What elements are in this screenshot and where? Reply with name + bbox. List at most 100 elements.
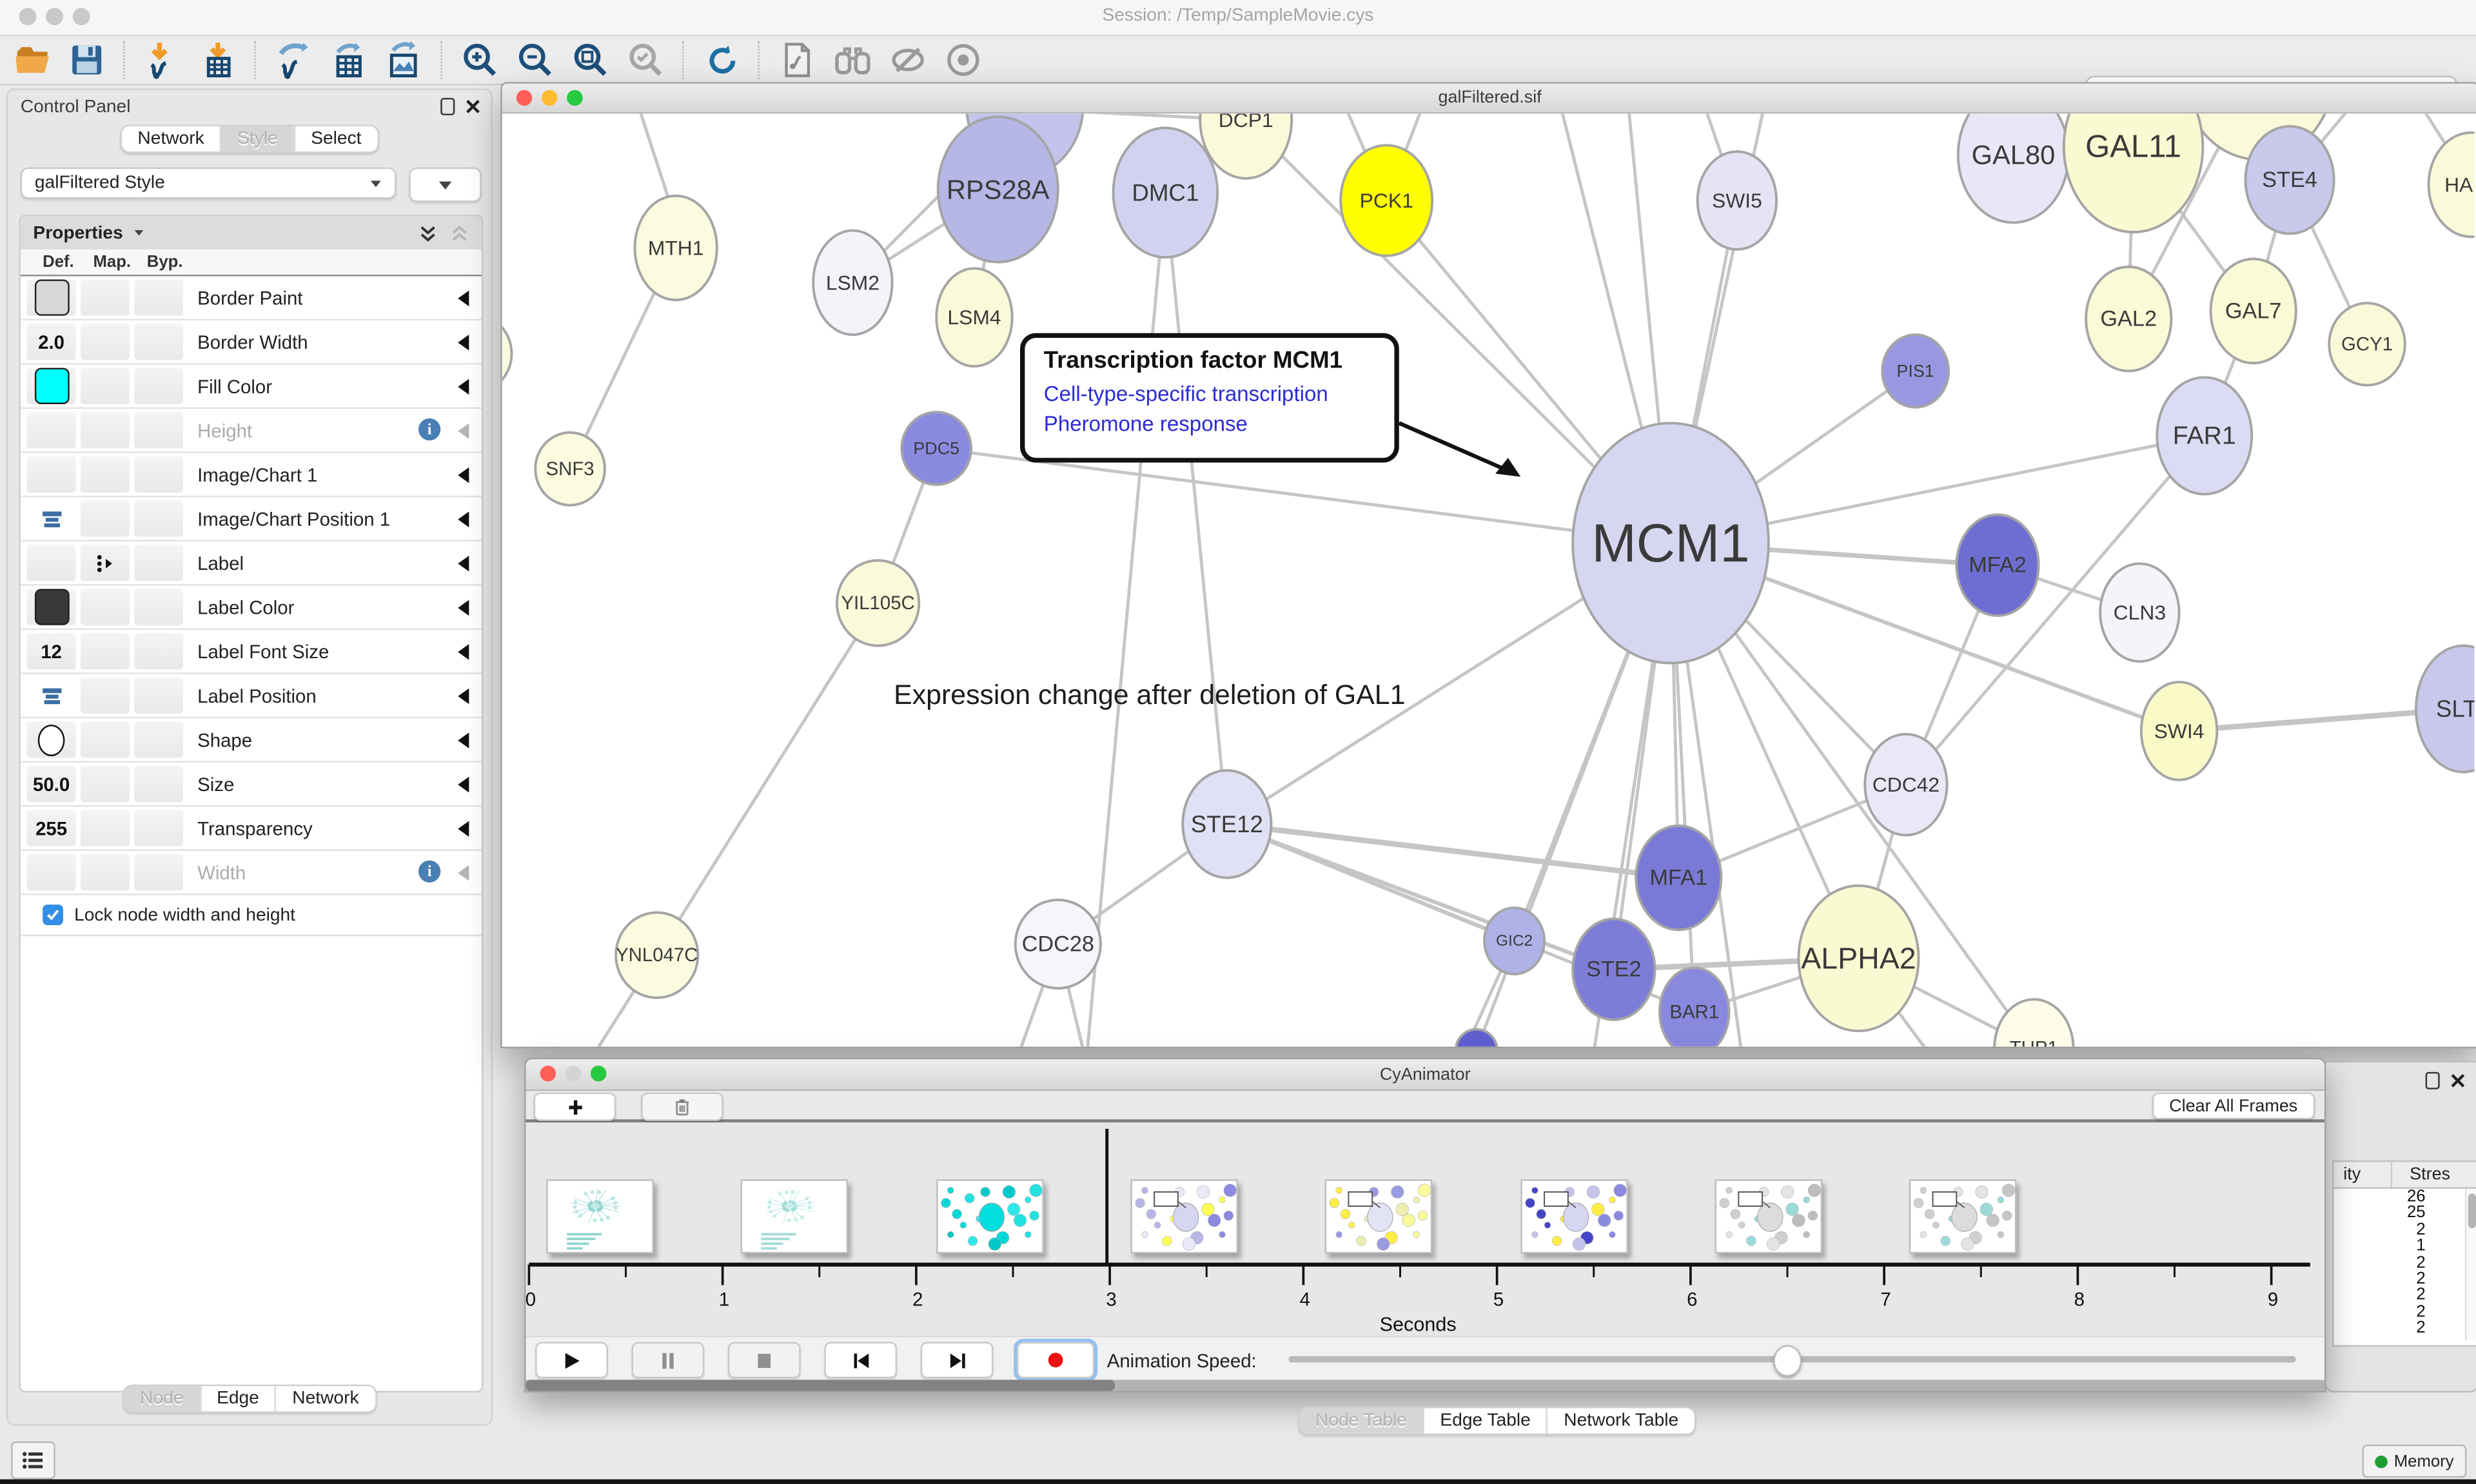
mapping-cell[interactable] [81, 589, 130, 625]
tab-node[interactable]: Node [124, 1386, 199, 1411]
network-node-PIS1[interactable]: PIS1 [1882, 335, 1949, 407]
mapping-cell[interactable] [81, 721, 130, 757]
tab-edge[interactable]: Edge [199, 1386, 275, 1411]
expand-property-icon[interactable] [458, 688, 469, 704]
export-image-button[interactable] [386, 41, 424, 79]
import-table-button[interactable] [199, 41, 237, 79]
annotation-link[interactable]: Pheromone response [1044, 409, 1375, 439]
expand-property-icon[interactable] [458, 291, 469, 306]
network-node-unlabeled[interactable] [1456, 1030, 1497, 1047]
expand-property-icon[interactable] [458, 732, 469, 748]
network-node-CDC42[interactable]: CDC42 [1865, 734, 1947, 835]
network-node-MTH1[interactable]: MTH1 [634, 196, 716, 300]
zoom-out-button[interactable] [516, 41, 555, 79]
timeline-playhead[interactable] [1105, 1129, 1108, 1265]
hide-graphics-button[interactable] [889, 41, 927, 79]
network-node-RPS28A[interactable]: RPS28A [938, 117, 1058, 262]
bypass-cell[interactable] [134, 721, 183, 757]
mapping-cell[interactable] [81, 324, 130, 360]
tab-edge-table[interactable]: Edge Table [1422, 1408, 1546, 1433]
column-header[interactable]: ity [2343, 1165, 2361, 1184]
mapping-cell[interactable] [81, 854, 130, 890]
bypass-cell[interactable] [134, 678, 183, 714]
network-node-PDC5[interactable]: PDC5 [901, 412, 971, 485]
show-graphics-button[interactable] [944, 41, 982, 79]
apply-layout-button[interactable] [703, 41, 741, 79]
default-value-cell[interactable]: 255 [27, 810, 76, 846]
add-frame-button[interactable] [534, 1093, 616, 1121]
zoom-in-button[interactable] [461, 41, 499, 79]
default-value-cell[interactable] [27, 368, 76, 404]
bypass-cell[interactable] [134, 500, 183, 536]
network-node-BAR1[interactable]: BAR1 [1660, 968, 1729, 1046]
column-header[interactable]: Stres [2410, 1165, 2450, 1184]
default-value-cell[interactable] [27, 854, 76, 890]
bypass-cell[interactable] [134, 810, 183, 846]
mapping-cell[interactable] [81, 456, 130, 493]
annotation-link[interactable]: Cell-type-specific transcription [1044, 379, 1375, 409]
animation-speed-slider[interactable] [1288, 1356, 2295, 1363]
bypass-cell[interactable] [134, 545, 183, 581]
mapping-cell[interactable] [81, 678, 130, 714]
record-button[interactable] [1017, 1342, 1094, 1378]
network-node-MFA1[interactable]: MFA1 [1636, 826, 1721, 930]
search-network-button[interactable] [834, 41, 872, 79]
default-value-cell[interactable]: 2.0 [27, 324, 76, 360]
stop-button[interactable] [728, 1342, 801, 1378]
slider-handle[interactable] [1773, 1345, 1802, 1377]
bypass-cell[interactable] [134, 456, 183, 493]
play-button[interactable] [535, 1342, 608, 1378]
network-node-GIC2[interactable]: GIC2 [1484, 908, 1544, 974]
expand-property-icon[interactable] [458, 335, 469, 350]
network-node-MCM1[interactable]: MCM1 [1573, 423, 1769, 663]
expand-property-icon[interactable] [458, 821, 469, 836]
network-node-YNL047C[interactable]: YNL047C [616, 913, 698, 998]
expand-property-icon[interactable] [458, 777, 469, 792]
style-options-button[interactable] [409, 168, 482, 202]
import-network-button[interactable] [144, 41, 182, 79]
default-value-cell[interactable] [27, 279, 76, 315]
network-node-unlabeled[interactable] [502, 316, 512, 392]
network-node-DMC1[interactable]: DMC1 [1114, 128, 1218, 257]
network-node-FAR1[interactable]: FAR1 [2157, 377, 2252, 494]
network-node-SWI5[interactable]: SWI5 [1698, 151, 1776, 249]
network-annotation[interactable]: Transcription factor MCM1 Cell-type-spec… [1020, 333, 1399, 463]
default-value-cell[interactable]: 50.0 [27, 766, 76, 802]
cyanimator-timeline[interactable]: 0123456789Seconds [526, 1122, 2324, 1336]
default-value-cell[interactable] [27, 545, 76, 581]
default-value-cell[interactable] [27, 589, 76, 625]
expand-property-icon[interactable] [458, 556, 469, 571]
default-value-cell[interactable] [27, 721, 76, 757]
mapping-cell[interactable] [81, 368, 130, 404]
network-node-GAL80[interactable]: GAL80 [1958, 113, 2068, 222]
delete-frame-button[interactable] [641, 1093, 723, 1121]
network-node-PCK1[interactable]: PCK1 [1341, 145, 1432, 255]
bypass-cell[interactable] [134, 854, 183, 890]
mapping-cell[interactable] [81, 810, 130, 846]
network-overview-button[interactable] [778, 41, 816, 79]
tab-style[interactable]: Style [220, 126, 293, 151]
network-node-TUP1[interactable]: TUP1 [1994, 999, 2073, 1046]
network-node-LSM2[interactable]: LSM2 [813, 231, 892, 335]
tab-network-table[interactable]: Network Table [1546, 1408, 1694, 1433]
save-session-button[interactable] [68, 41, 106, 79]
tab-network[interactable]: Network [275, 1386, 375, 1411]
network-node-GAL7[interactable]: GAL7 [2211, 259, 2296, 364]
network-node-YIL105C[interactable]: YIL105C [837, 560, 919, 645]
lock-checkbox[interactable] [43, 904, 63, 925]
mapping-cell[interactable] [81, 766, 130, 802]
network-node-GCY1[interactable]: GCY1 [2329, 303, 2405, 385]
network-node-STE4[interactable]: STE4 [2245, 126, 2334, 234]
expand-property-icon[interactable] [458, 600, 469, 616]
go-to-start-button[interactable] [824, 1342, 897, 1378]
network-node-MFA2[interactable]: MFA2 [1956, 514, 2038, 616]
show-panels-button[interactable] [11, 1441, 55, 1479]
network-node-STE12[interactable]: STE12 [1183, 770, 1271, 878]
info-icon[interactable]: i [418, 861, 440, 883]
network-node-CDC28[interactable]: CDC28 [1016, 900, 1101, 988]
network-node-SLT2[interactable]: SLT2 [2416, 646, 2475, 772]
expand-property-icon[interactable] [458, 423, 469, 438]
info-icon[interactable]: i [418, 418, 440, 440]
column-divider[interactable] [2391, 1162, 2392, 1187]
bypass-cell[interactable] [134, 633, 183, 669]
